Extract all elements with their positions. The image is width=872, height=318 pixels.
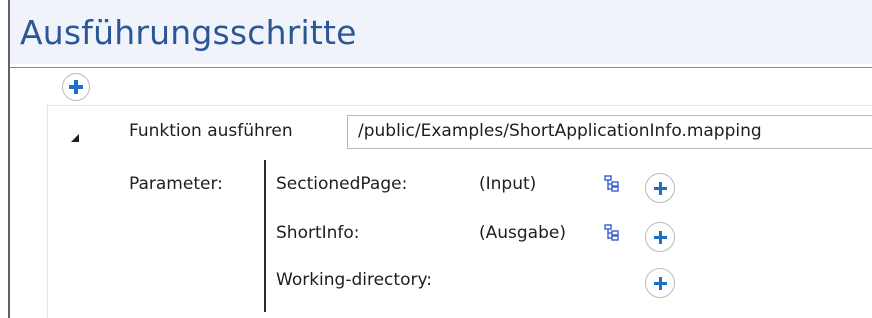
plus-icon [653,181,667,195]
tree-structure-icon[interactable] [604,224,620,242]
parameters-divider [264,160,266,312]
plus-icon [653,230,667,244]
add-parameter-button[interactable] [645,268,675,298]
parameter-direction: (Input) [479,174,537,194]
parameter-name: SectionedPage: [276,174,408,194]
tree-structure-icon[interactable] [604,175,620,193]
header-divider [10,67,872,68]
mapping-path-field[interactable]: /public/Examples/ShortApplicationInfo.ma… [347,115,872,149]
section-title: Ausführungsschritte [20,13,357,52]
parameters-label: Parameter: [129,174,223,194]
step-type-label: Funktion ausführen [129,121,293,141]
add-step-button[interactable] [62,73,90,101]
parameter-name: ShortInfo: [276,223,360,243]
triangle-down-icon[interactable] [70,133,80,143]
plus-icon [69,80,83,94]
parameter-direction: (Ausgabe) [479,223,566,243]
parameter-name: Working-directory: [276,270,433,290]
plus-icon [653,276,667,290]
add-parameter-button[interactable] [645,173,675,203]
execution-steps-panel: Ausführungsschritte Funktion ausführen /… [8,0,872,318]
section-header: Ausführungsschritte [10,0,872,64]
add-parameter-button[interactable] [645,222,675,252]
